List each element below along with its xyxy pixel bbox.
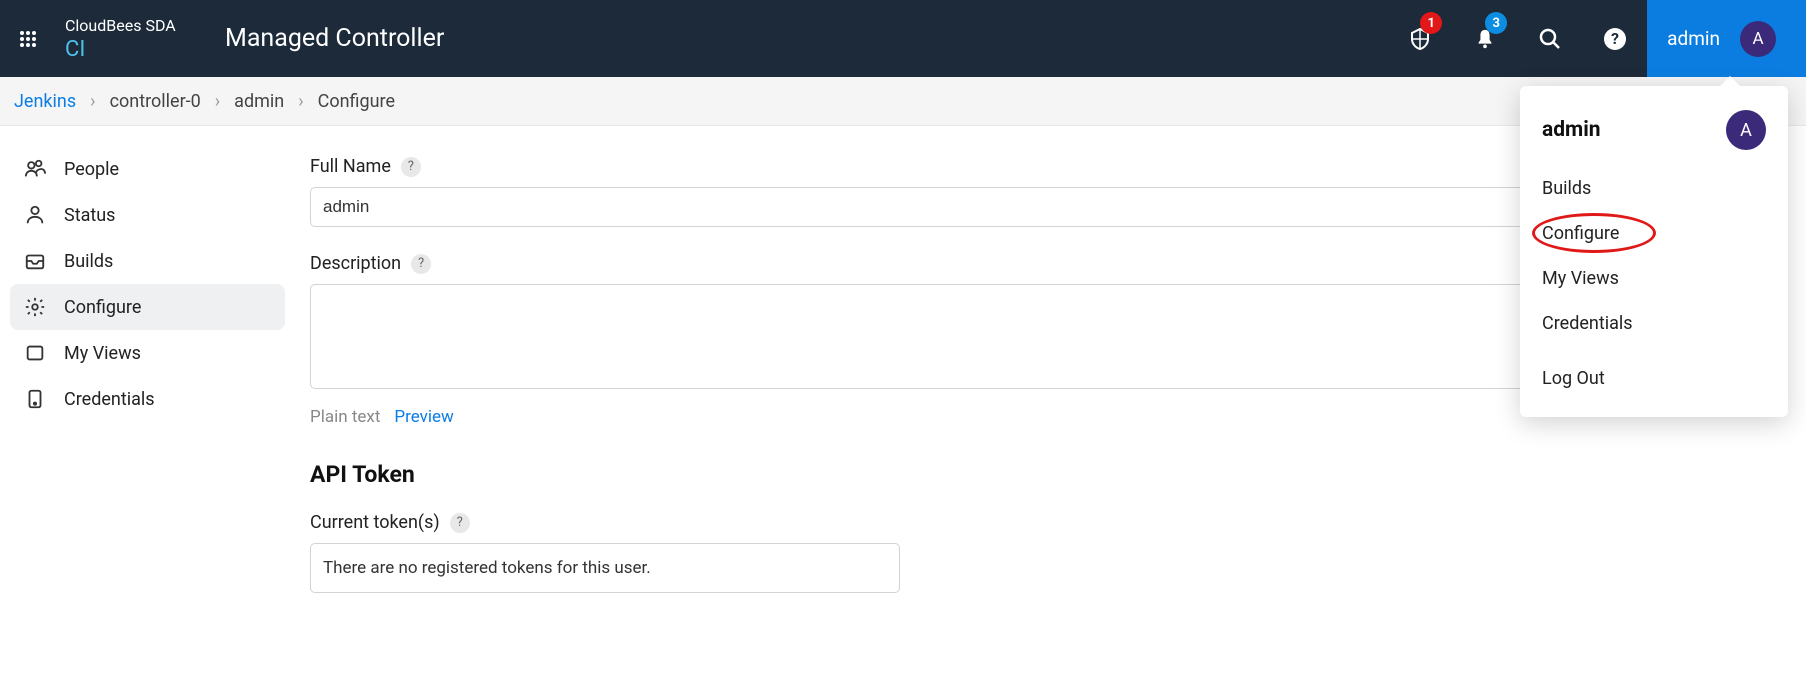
dropdown-title: admin	[1542, 118, 1601, 142]
brand-block[interactable]: CloudBees SDA CI	[55, 16, 215, 62]
square-icon	[24, 342, 46, 364]
breadcrumb-jenkins[interactable]: Jenkins	[10, 91, 80, 112]
sidebar-item-credentials[interactable]: Credentials	[10, 376, 285, 422]
breadcrumb-configure[interactable]: Configure	[314, 91, 399, 112]
dropdown-item-builds[interactable]: Builds	[1520, 166, 1788, 211]
chevron-right-icon: ›	[205, 91, 230, 112]
avatar: A	[1740, 21, 1776, 57]
shield-badge: 1	[1420, 12, 1442, 34]
help-icon[interactable]: ?	[450, 513, 470, 533]
top-header: CloudBees SDA CI Managed Controller 1 3 …	[0, 0, 1806, 77]
breadcrumb-controller[interactable]: controller-0	[106, 91, 205, 112]
plain-text-label: Plain text	[310, 407, 380, 427]
help-icon[interactable]: ?	[411, 254, 431, 274]
person-icon	[24, 204, 46, 226]
chevron-right-icon: ›	[80, 91, 105, 112]
people-icon	[24, 158, 46, 180]
dropdown-item-credentials[interactable]: Credentials	[1520, 301, 1788, 346]
shield-alert-icon[interactable]: 1	[1387, 0, 1452, 77]
chevron-right-icon: ›	[288, 91, 313, 112]
help-icon[interactable]: ?	[1582, 0, 1647, 77]
api-token-heading: API Token	[310, 461, 1766, 488]
sidebar: People Status Builds Configure My Views	[0, 126, 295, 619]
sidebar-item-label: My Views	[64, 343, 141, 364]
dropdown-item-log-out[interactable]: Log Out	[1520, 356, 1788, 401]
breadcrumb-admin[interactable]: admin	[230, 91, 288, 112]
tokens-box: There are no registered tokens for this …	[310, 543, 900, 593]
page-title: Managed Controller	[225, 24, 444, 53]
dropdown-item-my-views[interactable]: My Views	[1520, 256, 1788, 301]
gear-icon	[24, 296, 46, 318]
phone-lock-icon	[24, 388, 46, 410]
current-tokens-label: Current token(s)	[310, 512, 440, 533]
sidebar-item-label: Credentials	[64, 389, 155, 410]
dropdown-avatar: A	[1726, 110, 1766, 150]
apps-menu-icon[interactable]	[0, 30, 55, 48]
bell-badge: 3	[1485, 12, 1507, 34]
sidebar-item-my-views[interactable]: My Views	[10, 330, 285, 376]
dropdown-item-label: Configure	[1542, 223, 1619, 244]
sidebar-item-label: Builds	[64, 251, 113, 272]
user-menu-button[interactable]: admin A	[1647, 0, 1806, 77]
dropdown-item-label: My Views	[1542, 268, 1619, 289]
svg-text:?: ?	[1611, 29, 1619, 48]
dropdown-item-label: Credentials	[1542, 313, 1633, 334]
sidebar-item-builds[interactable]: Builds	[10, 238, 285, 284]
sidebar-item-label: People	[64, 159, 119, 180]
help-icon[interactable]: ?	[401, 157, 421, 177]
search-icon[interactable]	[1517, 0, 1582, 77]
brand-sub-label: CI	[65, 37, 215, 62]
header-actions: 1 3 ?	[1387, 0, 1647, 77]
sidebar-item-people[interactable]: People	[10, 146, 285, 192]
user-dropdown: admin A Builds Configure My Views Creden…	[1520, 86, 1788, 417]
full-name-label: Full Name	[310, 156, 391, 177]
sidebar-item-status[interactable]: Status	[10, 192, 285, 238]
sidebar-item-label: Configure	[64, 297, 141, 318]
bell-icon[interactable]: 3	[1452, 0, 1517, 77]
brand-top-label: CloudBees SDA	[65, 16, 215, 35]
dropdown-item-configure[interactable]: Configure	[1520, 211, 1788, 256]
preview-link[interactable]: Preview	[394, 407, 453, 427]
user-label: admin	[1667, 27, 1720, 50]
description-label: Description	[310, 253, 401, 274]
dropdown-item-label: Builds	[1542, 178, 1591, 199]
dropdown-item-label: Log Out	[1542, 368, 1605, 389]
sidebar-item-label: Status	[64, 205, 115, 226]
sidebar-item-configure[interactable]: Configure	[10, 284, 285, 330]
tray-icon	[24, 250, 46, 272]
